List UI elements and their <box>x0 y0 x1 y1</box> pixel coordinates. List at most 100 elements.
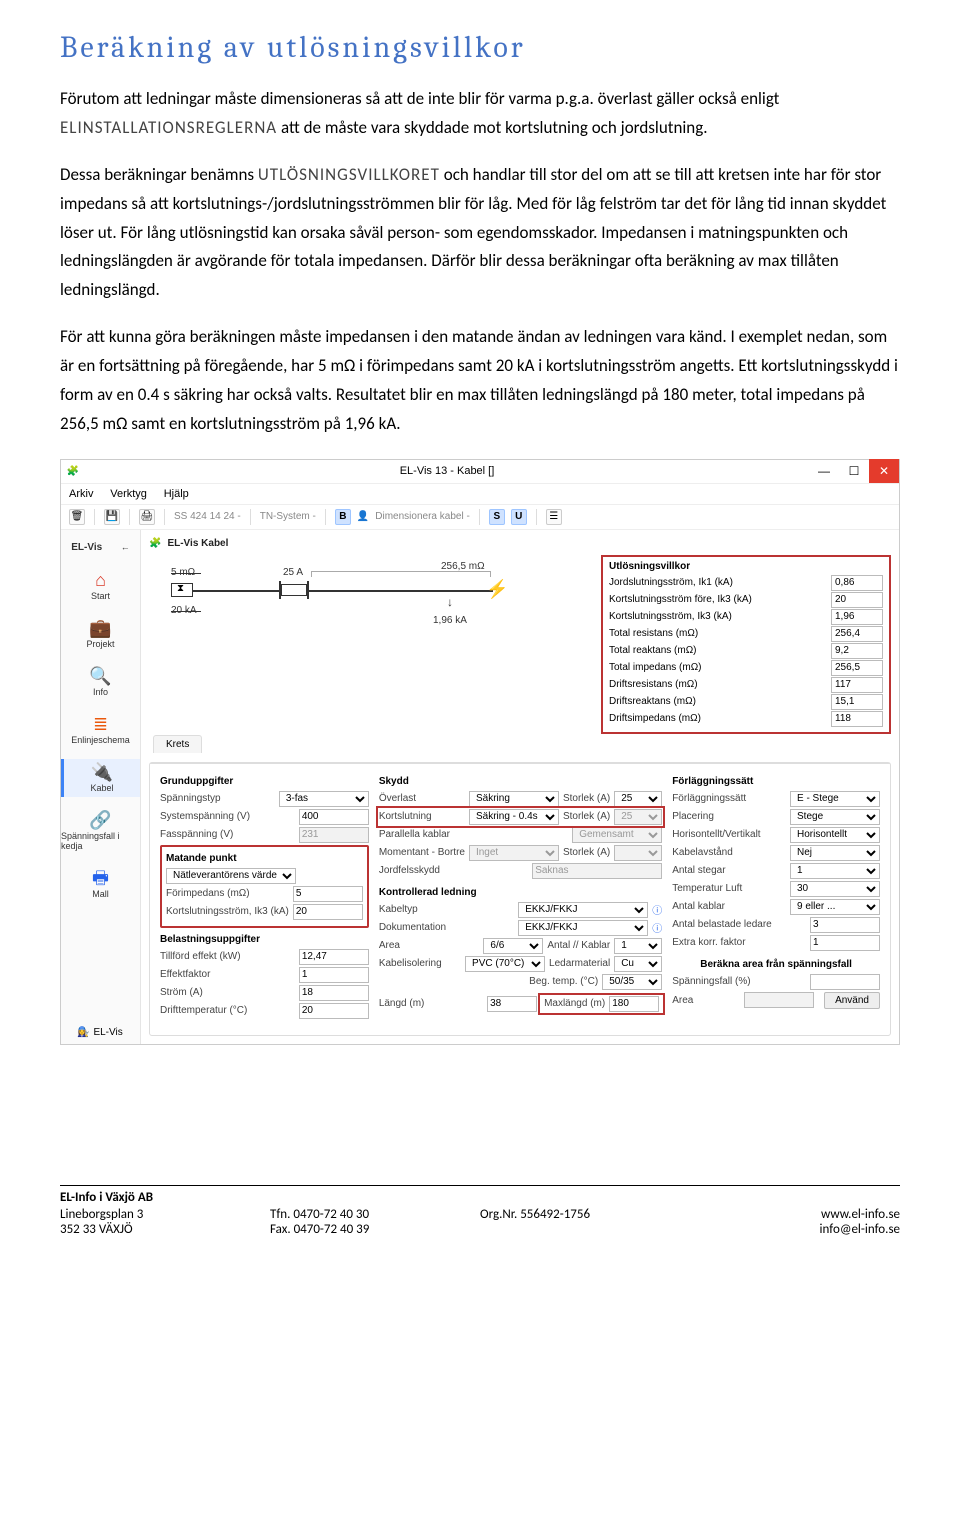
pf-label: Effektfaktor <box>160 969 295 980</box>
langd-label: Längd (m) <box>379 998 483 1009</box>
kav-select[interactable]: Nej <box>790 845 880 861</box>
cable-icon: 🔌 <box>91 763 113 781</box>
toolbar-tnsystem[interactable]: TN-System - <box>260 511 316 522</box>
window-minimize-button[interactable]: — <box>809 459 839 483</box>
forl-area-label: Area <box>672 995 740 1006</box>
utlos-ik1-label: Jordslutningsström, Ik1 (kA) <box>609 577 733 588</box>
window-maximize-button[interactable]: ☐ <box>839 459 869 483</box>
utlos-rtot-value[interactable] <box>831 626 883 642</box>
btemp-select[interactable]: 50/35 <box>602 974 662 990</box>
toolbar-b-button[interactable]: B <box>335 509 351 525</box>
utlos-zdrift-value[interactable] <box>831 711 883 727</box>
dtemp-label: Drifttemperatur (°C) <box>160 1005 295 1016</box>
utlos-ik1-value[interactable] <box>831 575 883 591</box>
abled-input[interactable] <box>810 917 880 933</box>
sidebar: EL-Vis ← ⌂ Start 💼 Projekt 🔍 Info ≣ Enli… <box>61 530 141 1044</box>
utlos-ik3f-value[interactable] <box>831 592 883 608</box>
hv-select[interactable]: Horisontellt <box>790 827 880 843</box>
sidebar-item-projekt[interactable]: 💼 Projekt <box>61 615 140 653</box>
toolbar-ss-label[interactable]: SS 424 14 24 - <box>174 511 241 522</box>
maxl-input[interactable] <box>609 996 659 1012</box>
toolbar-person-icon[interactable]: 👤 <box>357 511 369 522</box>
forimp-input[interactable] <box>293 886 363 902</box>
ktyp-select[interactable]: EKKJ/FKKJ <box>518 902 648 918</box>
antk-label: Antal // Kablar <box>547 940 610 951</box>
paragraph-3: För att kunna göra beräkningen måste imp… <box>60 323 900 439</box>
spf-label: Spänningsfall (%) <box>672 976 806 987</box>
utlos-xdrift-value[interactable] <box>831 694 883 710</box>
tluft-select[interactable]: 30 <box>790 881 880 897</box>
asteg-label: Antal stegar <box>672 865 786 876</box>
area-select[interactable]: 6/6 <box>483 938 543 954</box>
antk-select[interactable]: 1 <box>614 938 662 954</box>
window-close-button[interactable]: ✕ <box>869 459 899 483</box>
sidebar-back-button[interactable]: ← <box>121 542 130 552</box>
abled-label: Antal belastade ledare <box>672 919 806 930</box>
over-select[interactable]: Säkring <box>469 791 559 807</box>
diagram-fuse-box <box>281 584 307 596</box>
sidebar-item-mall[interactable]: 🖶 Mall <box>61 865 140 903</box>
fsatt-select[interactable]: E - Stege <box>790 791 880 807</box>
lmat-select[interactable]: Cu <box>614 956 662 972</box>
ekf-input[interactable] <box>810 935 880 951</box>
lmat-label: Ledarmaterial <box>549 958 610 969</box>
menu-verktyg[interactable]: Verktyg <box>110 488 147 500</box>
sidebar-brand: EL-Vis <box>71 542 102 553</box>
kort-select[interactable]: Säkring - 0.4s <box>469 809 559 825</box>
menu-arkiv[interactable]: Arkiv <box>69 488 93 500</box>
utlos-zdrift-label: Driftsimpedans (mΩ) <box>609 713 701 724</box>
oversize-select[interactable]: 25 <box>614 791 662 807</box>
langd-input[interactable] <box>487 996 537 1012</box>
page-heading: Beräkning av utlösningsvillkor <box>60 30 900 65</box>
toolbar-s-button[interactable]: S <box>489 509 505 525</box>
toolbar-u-button[interactable]: U <box>511 509 527 525</box>
sptyp-select[interactable]: 3-fas <box>279 791 369 807</box>
akab-label: Antal kablar <box>672 901 786 912</box>
sidebar-item-kabel[interactable]: 🔌 Kabel <box>61 759 140 797</box>
diagram-ikload-label: 1,96 kA <box>433 615 467 626</box>
template-icon: 🖶 <box>92 869 109 887</box>
info-icon[interactable]: ⓘ <box>652 902 662 917</box>
menu-hjalp[interactable]: Hjälp <box>164 488 189 500</box>
toolbar-list-icon[interactable]: ☰ <box>546 509 562 525</box>
asteg-select[interactable]: 1 <box>790 863 880 879</box>
kav-label: Kabelavstånd <box>672 847 786 858</box>
syssp-input[interactable] <box>299 809 369 825</box>
matande-punkt-group: Matande punkt Nätleverantörens värde För… <box>160 845 369 928</box>
utlos-ztot-value[interactable] <box>831 660 883 676</box>
diagram-amp-label: 25 A <box>283 567 303 578</box>
info-icon-2[interactable]: ⓘ <box>652 920 662 935</box>
dtemp-input[interactable] <box>299 1003 369 1019</box>
sidebar-item-spfall[interactable]: 🔗 Spänningsfall i kedja <box>61 807 140 855</box>
strom-input[interactable] <box>299 985 369 1001</box>
trash-icon[interactable]: 🗑 <box>69 509 85 525</box>
spf-input[interactable] <box>810 974 880 990</box>
utlos-rdrift-value[interactable] <box>831 677 883 693</box>
utlos-ztot-label: Total impedans (mΩ) <box>609 662 702 673</box>
footer-company: EL-Info i Växjö AB <box>60 1190 900 1205</box>
plac-select[interactable]: Stege <box>790 809 880 825</box>
tab-krets[interactable]: Krets <box>153 735 202 753</box>
eff-input[interactable] <box>299 949 369 965</box>
mat-src-select[interactable]: Nätleverantörens värde <box>166 868 296 884</box>
kortslutning-row: Kortslutning Säkring - 0.4s Storlek (A) … <box>379 809 662 825</box>
utlos-ik3-value[interactable] <box>831 609 883 625</box>
sidebar-label-info: Info <box>93 687 108 697</box>
utlos-xtot-value[interactable] <box>831 643 883 659</box>
utlos-rtot-label: Total resistans (mΩ) <box>609 628 698 639</box>
sidebar-item-start[interactable]: ⌂ Start <box>61 567 140 605</box>
sidebar-item-enlinje[interactable]: ≣ Enlinjeschema <box>61 711 140 749</box>
matik3-input[interactable] <box>293 904 363 920</box>
toolbar-dimlabel[interactable]: Dimensionera kabel - <box>375 511 470 522</box>
pf-input[interactable] <box>299 967 369 983</box>
print-icon[interactable]: 🖨 <box>139 509 155 525</box>
bolt-icon: ⚡ <box>486 579 508 600</box>
dok-select[interactable]: EKKJ/FKKJ <box>518 920 648 936</box>
anvand-button[interactable]: Använd <box>824 992 880 1009</box>
save-icon[interactable]: 💾 <box>104 509 120 525</box>
led-header: Kontrollerad ledning <box>379 887 662 898</box>
p2-ref: UTLÖSNINGSVILLKORET <box>258 164 440 185</box>
sidebar-item-info[interactable]: 🔍 Info <box>61 663 140 701</box>
akab-select[interactable]: 9 eller ... <box>790 899 880 915</box>
kiso-select[interactable]: PVC (70°C) <box>465 956 545 972</box>
